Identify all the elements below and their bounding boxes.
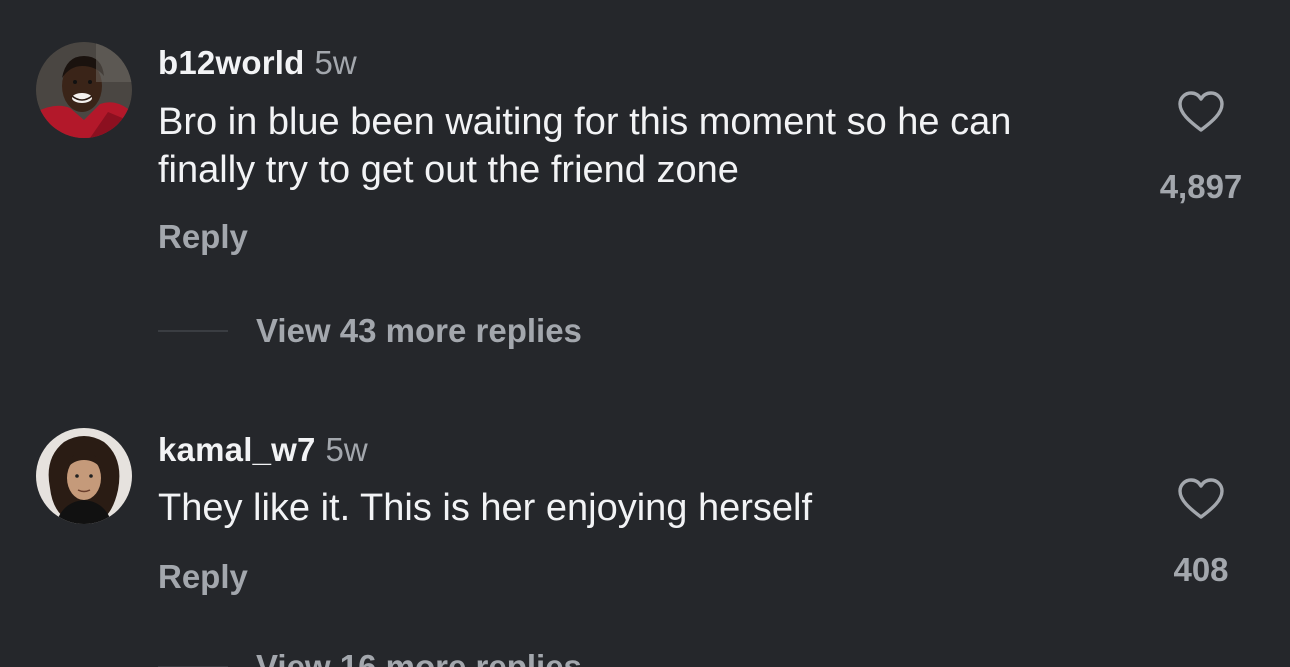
timestamp: 5w	[314, 44, 357, 81]
username[interactable]: b12world	[158, 44, 304, 82]
comment-text: They like it. This is her enjoying herse…	[158, 487, 813, 529]
like-control: 4,897	[1146, 90, 1256, 206]
heart-outline-icon[interactable]	[1177, 90, 1225, 134]
timestamp: 5w	[325, 431, 368, 468]
like-control: 408	[1146, 477, 1256, 589]
reply-button[interactable]: Reply	[158, 218, 248, 256]
like-count: 4,897	[1159, 168, 1243, 205]
replies-divider-line	[158, 330, 228, 332]
view-replies-label: View 16 more replies	[256, 648, 582, 667]
like-count: 408	[1173, 551, 1229, 588]
avatar[interactable]	[36, 42, 132, 138]
avatar-image	[36, 42, 132, 138]
avatar[interactable]	[36, 428, 132, 524]
view-replies-button[interactable]: View 16 more replies	[158, 648, 582, 667]
comment-text: Bro in blue been waiting for this moment…	[158, 101, 1012, 191]
view-replies-label: View 43 more replies	[256, 312, 582, 349]
view-replies-button[interactable]: View 43 more replies	[158, 312, 582, 350]
comment-header: b12world 5w	[158, 44, 357, 82]
avatar-image	[36, 428, 132, 524]
comment-header: kamal_w7 5w	[158, 431, 368, 469]
comments-screen: b12world 5w Bro in blue been waiting for…	[0, 0, 1290, 667]
reply-button[interactable]: Reply	[158, 558, 248, 596]
username[interactable]: kamal_w7	[158, 431, 316, 469]
heart-outline-icon[interactable]	[1177, 477, 1225, 521]
